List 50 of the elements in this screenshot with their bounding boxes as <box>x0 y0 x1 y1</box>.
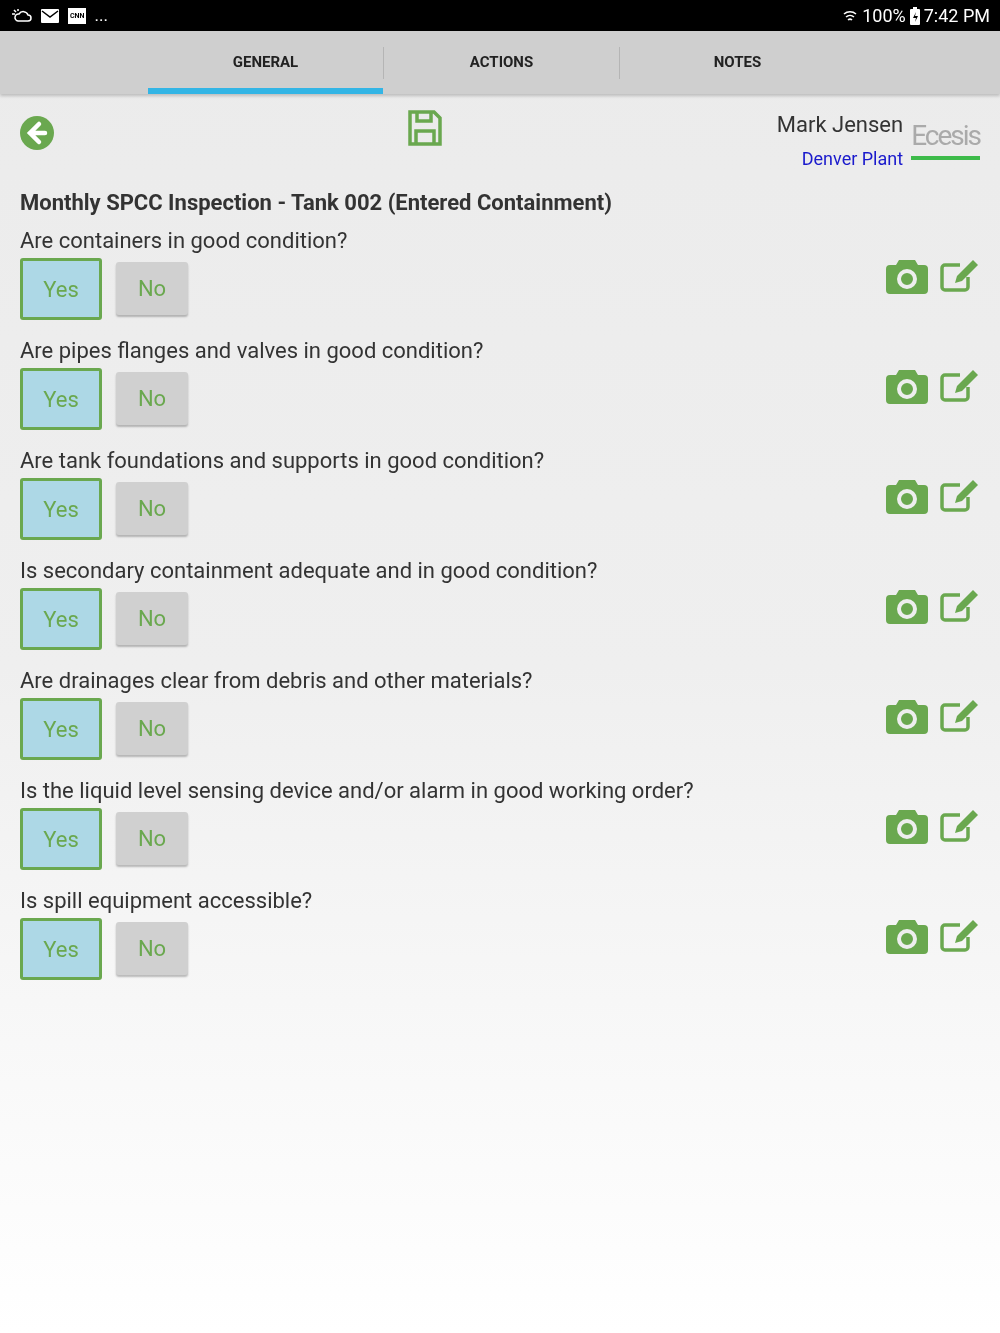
question-text: Are drainages clear from debris and other materials? <box>20 667 534 695</box>
answer-button[interactable]: Yes <box>20 918 102 980</box>
edit-icon[interactable] <box>940 699 980 733</box>
answer-button[interactable]: Yes <box>20 588 102 650</box>
camera-icon[interactable] <box>886 368 928 404</box>
camera-icon[interactable] <box>886 588 928 624</box>
answer-button[interactable]: No <box>116 372 188 425</box>
answer-button[interactable]: No <box>116 262 188 315</box>
edit-icon[interactable] <box>940 589 980 623</box>
logo: Ecesis <box>911 116 980 160</box>
mail-icon <box>40 7 60 24</box>
answer-button[interactable]: Yes <box>20 478 102 540</box>
camera-icon[interactable] <box>886 258 928 294</box>
edit-icon[interactable] <box>940 919 980 953</box>
edit-icon[interactable] <box>940 369 980 403</box>
clock: 7:42 PM <box>923 4 990 28</box>
camera-icon[interactable] <box>886 478 928 514</box>
edit-icon[interactable] <box>940 809 980 843</box>
back-icon[interactable] <box>20 116 54 150</box>
user-name: Mark Jensen <box>776 111 904 139</box>
save-icon[interactable] <box>408 110 443 146</box>
edit-icon[interactable] <box>940 259 980 293</box>
answer-button[interactable]: Yes <box>20 698 102 760</box>
question-text: Are tank foundations and supports in good condition? <box>20 447 546 475</box>
answer-button[interactable]: Yes <box>20 808 102 870</box>
more-notifications: ... <box>94 7 108 24</box>
answer-button[interactable]: No <box>116 812 188 865</box>
question-text: Are containers in good condition? <box>20 227 349 255</box>
question-text: Is secondary containment adequate and in good condition? <box>20 557 599 585</box>
question-text: Are pipes flanges and valves in good condition? <box>20 337 485 365</box>
tab[interactable]: GENERAL <box>148 31 383 94</box>
tab[interactable]: ACTIONS <box>384 31 619 94</box>
question-text: Is the liquid level sensing device and/or alarm in good working order? <box>20 777 695 805</box>
battery-icon <box>909 6 920 25</box>
battery-percent: 100% <box>862 4 906 28</box>
answer-button[interactable]: No <box>116 922 188 975</box>
tab[interactable]: NOTES <box>620 31 855 94</box>
form-title: Monthly SPCC Inspection - Tank 002 (Entered Containment) <box>20 189 613 217</box>
edit-icon[interactable] <box>940 479 980 513</box>
cloud-icon <box>10 7 32 24</box>
camera-icon[interactable] <box>886 918 928 954</box>
answer-button[interactable]: Yes <box>20 258 102 320</box>
answer-button[interactable]: No <box>116 702 188 755</box>
answer-button[interactable]: No <box>116 592 188 645</box>
plant-link[interactable]: Denver Plant <box>801 145 904 172</box>
question-text: Is spill equipment accessible? <box>20 887 314 915</box>
answer-button[interactable]: No <box>116 482 188 535</box>
camera-icon[interactable] <box>886 808 928 844</box>
camera-icon[interactable] <box>886 698 928 734</box>
answer-button[interactable]: Yes <box>20 368 102 430</box>
